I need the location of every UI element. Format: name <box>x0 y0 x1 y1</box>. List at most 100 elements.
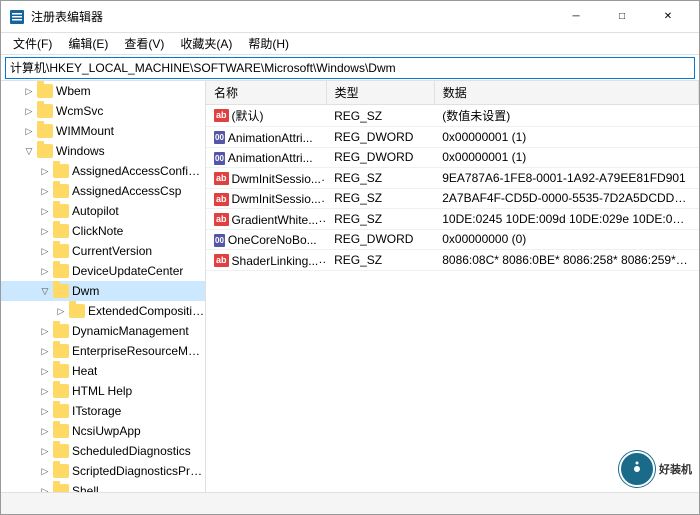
tree-item-aac[interactable]: ▷ AssignedAccessConfigu... <box>1 161 205 181</box>
tree-item-wcmsvc[interactable]: ▷ WcmSvc <box>1 101 205 121</box>
tree-label: WIMMount <box>56 124 114 138</box>
cell-name[interactable]: ab ShaderLinking... <box>206 250 326 271</box>
folder-icon <box>53 424 69 438</box>
tree-label: CurrentVersion <box>72 244 152 258</box>
cell-name[interactable]: 00 OneCoreNoBo... <box>206 229 326 250</box>
tree-label: EnterpriseResourceMar... <box>72 344 205 358</box>
menu-edit[interactable]: 编辑(E) <box>60 33 116 54</box>
main-content: ▷ Wbem ▷ WcmSvc ▷ WIMMount ▽ Windows <box>1 81 699 492</box>
tree-item-dynamicmanagement[interactable]: ▷ DynamicManagement <box>1 321 205 341</box>
close-button[interactable]: ✕ <box>645 1 691 33</box>
tree-label: Heat <box>72 364 97 378</box>
cell-name[interactable]: ab (默认) <box>206 105 326 127</box>
cell-type: REG_SZ <box>326 105 434 127</box>
table-row[interactable]: ab DwmInitSessio...REG_SZ2A7BAF4F-CD5D-0… <box>206 188 699 209</box>
tree-item-heat[interactable]: ▷ Heat <box>1 361 205 381</box>
cell-data: 0x00000001 (1) <box>434 127 698 148</box>
folder-icon <box>53 444 69 458</box>
cell-type: REG_DWORD <box>326 127 434 148</box>
tree-label: HTML Help <box>72 384 132 398</box>
cell-name[interactable]: ab DwmInitSessio... <box>206 168 326 189</box>
cell-type: REG_SZ <box>326 209 434 230</box>
tree-item-windows[interactable]: ▽ Windows <box>1 141 205 161</box>
expand-icon: ▷ <box>37 363 53 379</box>
menu-favorites[interactable]: 收藏夹(A) <box>172 33 240 54</box>
folder-icon <box>53 164 69 178</box>
table-row[interactable]: ab GradientWhite...REG_SZ10DE:0245 10DE:… <box>206 209 699 230</box>
expand-icon: ▷ <box>37 483 53 492</box>
tree-item-dwm[interactable]: ▽ Dwm <box>1 281 205 301</box>
tree-item-autopilot[interactable]: ▷ Autopilot <box>1 201 205 221</box>
table-row[interactable]: ab DwmInitSessio...REG_SZ9EA787A6-1FE8-0… <box>206 168 699 189</box>
folder-icon <box>53 344 69 358</box>
cell-name[interactable]: ab DwmInitSessio... <box>206 188 326 209</box>
tree-label: Windows <box>56 144 105 158</box>
tree-item-extendedcompositing[interactable]: ▷ ExtendedCompositic... <box>1 301 205 321</box>
cell-type: REG_SZ <box>326 250 434 271</box>
watermark-circle <box>619 451 655 487</box>
reg-type-icon: ab DwmInitSessio... <box>214 172 321 186</box>
tree-item-currentversion[interactable]: ▷ CurrentVersion <box>1 241 205 261</box>
table-row[interactable]: ab ShaderLinking...REG_SZ8086:08C* 8086:… <box>206 250 699 271</box>
table-row[interactable]: ab (默认)REG_SZ(数值未设置) <box>206 105 699 127</box>
menu-file[interactable]: 文件(F) <box>5 33 60 54</box>
tree-item-clicknote[interactable]: ▷ ClickNote <box>1 221 205 241</box>
cell-data: 0x00000001 (1) <box>434 147 698 168</box>
expand-icon: ▷ <box>37 423 53 439</box>
expand-icon: ▷ <box>37 443 53 459</box>
cell-data: 0x00000000 (0) <box>434 229 698 250</box>
reg-type-icon: ab ShaderLinking... <box>214 254 318 268</box>
address-input[interactable] <box>5 57 695 79</box>
maximize-button[interactable]: □ <box>599 1 645 33</box>
status-bar <box>1 492 699 514</box>
tree-item-enterpriseresource[interactable]: ▷ EnterpriseResourceMar... <box>1 341 205 361</box>
data-panel[interactable]: 名称 类型 数据 ab (默认)REG_SZ(数值未设置)00 Animatio… <box>206 81 699 492</box>
reg-type-icon: 00 AnimationAttri... <box>214 151 313 165</box>
cell-type: REG_DWORD <box>326 229 434 250</box>
cell-name[interactable]: ab GradientWhite... <box>206 209 326 230</box>
tree-item-ncsiuwpapp[interactable]: ▷ NcsiUwpApp <box>1 421 205 441</box>
expand-icon: ▷ <box>37 263 53 279</box>
folder-open-icon <box>53 284 69 298</box>
reg-type-icon: 00 OneCoreNoBo... <box>214 233 317 247</box>
column-header-name[interactable]: 名称 <box>206 81 326 105</box>
cell-name[interactable]: 00 AnimationAttri... <box>206 147 326 168</box>
tree-panel[interactable]: ▷ Wbem ▷ WcmSvc ▷ WIMMount ▽ Windows <box>1 81 206 492</box>
table-row[interactable]: 00 OneCoreNoBo... REG_DWORD0x00000000 (0) <box>206 229 699 250</box>
tree-item-scheduleddiagnostics[interactable]: ▷ ScheduledDiagnostics <box>1 441 205 461</box>
tree-label: DeviceUpdateCenter <box>72 264 183 278</box>
cell-type: REG_DWORD <box>326 147 434 168</box>
registry-editor-window: 注册表编辑器 ─ □ ✕ 文件(F) 编辑(E) 查看(V) 收藏夹(A) 帮助… <box>0 0 700 515</box>
column-header-type[interactable]: 类型 <box>326 81 434 105</box>
tree-item-deviceupdatecenter[interactable]: ▷ DeviceUpdateCenter <box>1 261 205 281</box>
tree-item-htmlhelp[interactable]: ▷ HTML Help <box>1 381 205 401</box>
tree-label: ScriptedDiagnosticsPro... <box>72 464 205 478</box>
tree-label: Shell <box>72 484 99 492</box>
expand-icon: ▷ <box>21 83 37 99</box>
expand-icon: ▷ <box>37 183 53 199</box>
reg-type-icon: ab GradientWhite... <box>214 213 318 227</box>
tree-label: Autopilot <box>72 204 119 218</box>
tree-item-shell[interactable]: ▷ Shell <box>1 481 205 492</box>
menu-help[interactable]: 帮助(H) <box>240 33 297 54</box>
cell-name[interactable]: 00 AnimationAttri... <box>206 127 326 148</box>
table-row[interactable]: 00 AnimationAttri... REG_DWORD0x00000001 … <box>206 147 699 168</box>
expand-icon: ▽ <box>21 143 37 159</box>
tree-item-itstorage[interactable]: ▷ ITstorage <box>1 401 205 421</box>
title-bar-left: 注册表编辑器 <box>9 8 103 25</box>
title-bar: 注册表编辑器 ─ □ ✕ <box>1 1 699 33</box>
expand-icon: ▷ <box>37 343 53 359</box>
tree-label: ScheduledDiagnostics <box>72 444 191 458</box>
tree-item-wimmount[interactable]: ▷ WIMMount <box>1 121 205 141</box>
expand-icon: ▷ <box>37 463 53 479</box>
watermark: 好装机 <box>619 451 692 487</box>
menu-view[interactable]: 查看(V) <box>116 33 172 54</box>
window-title: 注册表编辑器 <box>31 8 103 25</box>
tree-item-aacsp[interactable]: ▷ AssignedAccessCsp <box>1 181 205 201</box>
tree-item-scripteddiagnostics[interactable]: ▷ ScriptedDiagnosticsPro... <box>1 461 205 481</box>
tree-item-wbem[interactable]: ▷ Wbem <box>1 81 205 101</box>
table-row[interactable]: 00 AnimationAttri...REG_DWORD0x00000001 … <box>206 127 699 148</box>
column-header-data[interactable]: 数据 <box>434 81 698 105</box>
minimize-button[interactable]: ─ <box>553 1 599 33</box>
tree-label: ITstorage <box>72 404 121 418</box>
